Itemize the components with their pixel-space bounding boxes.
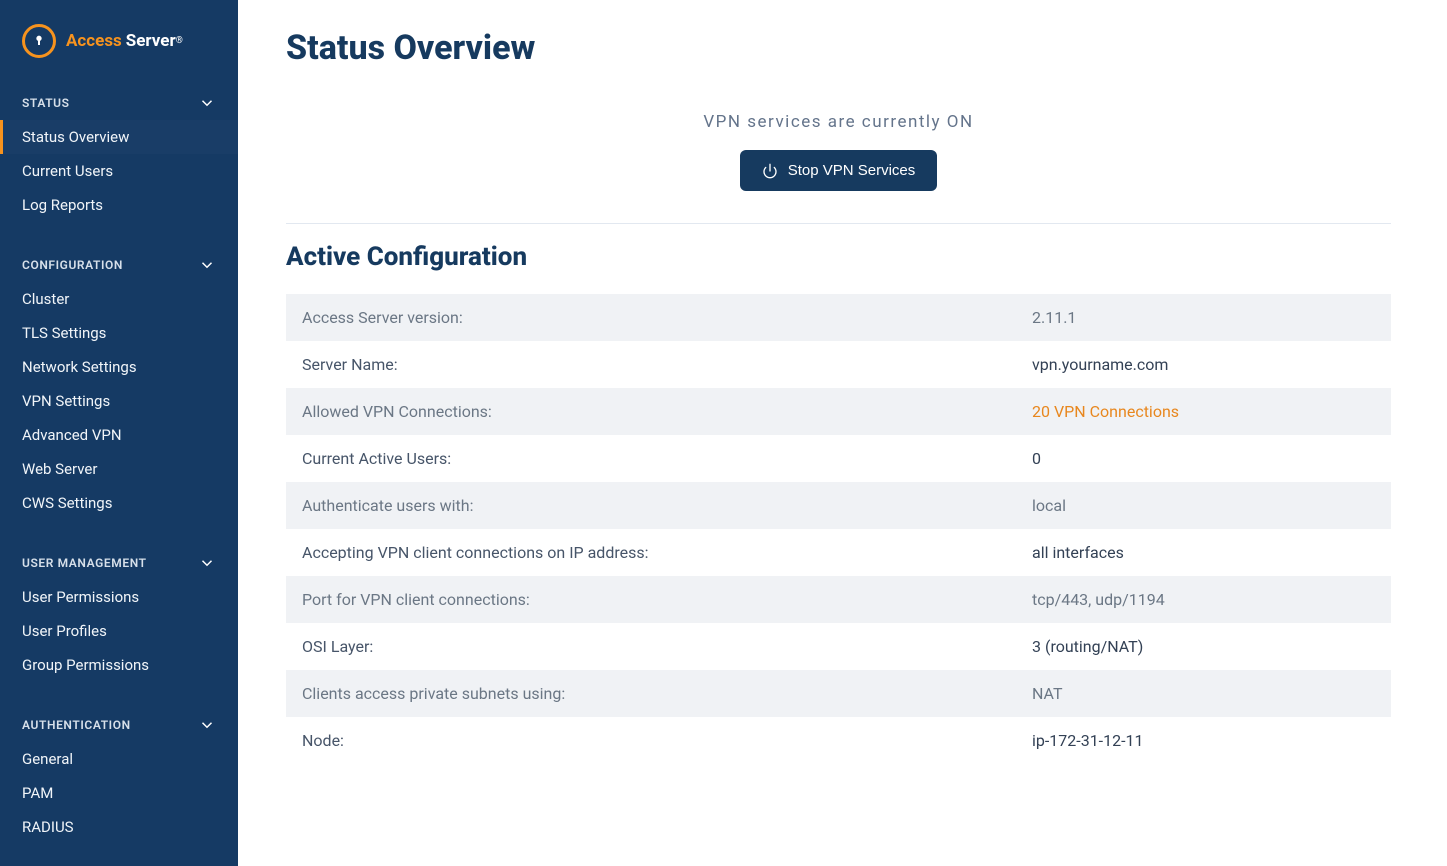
logo-reg: ® <box>176 36 183 46</box>
nav-header-status[interactable]: STATUS <box>0 82 238 120</box>
logo[interactable]: Access Server ® <box>0 18 238 82</box>
config-label: Allowed VPN Connections: <box>302 402 1032 421</box>
logo-text-access: Access <box>66 31 122 51</box>
nav-header-label: AUTHENTICATION <box>22 718 131 732</box>
config-label: Server Name: <box>302 355 1032 374</box>
config-label: OSI Layer: <box>302 637 1032 656</box>
logo-text-server: Server <box>126 31 176 51</box>
nav-group-authentication: AUTHENTICATION General PAM RADIUS <box>0 704 238 844</box>
power-icon <box>762 163 778 179</box>
config-value: tcp/443, udp/1194 <box>1032 590 1375 609</box>
nav-header-configuration[interactable]: CONFIGURATION <box>0 244 238 282</box>
config-label: Clients access private subnets using: <box>302 684 1032 703</box>
nav-header-label: CONFIGURATION <box>22 258 123 272</box>
chevron-down-icon <box>198 716 216 734</box>
config-label: Current Active Users: <box>302 449 1032 468</box>
sidebar-item-cluster[interactable]: Cluster <box>0 282 238 316</box>
sidebar-item-current-users[interactable]: Current Users <box>0 154 238 188</box>
sidebar-item-tls-settings[interactable]: TLS Settings <box>0 316 238 350</box>
config-value: vpn.yourname.com <box>1032 355 1375 374</box>
config-row-accepting-ip: Accepting VPN client connections on IP a… <box>286 529 1391 576</box>
sidebar-item-radius[interactable]: RADIUS <box>0 810 238 844</box>
config-label: Access Server version: <box>302 308 1032 327</box>
sidebar-item-cws-settings[interactable]: CWS Settings <box>0 486 238 520</box>
page-title: Status Overview <box>286 28 1391 68</box>
config-row-active-users: Current Active Users: 0 <box>286 435 1391 482</box>
chevron-down-icon <box>198 94 216 112</box>
sidebar-item-vpn-settings[interactable]: VPN Settings <box>0 384 238 418</box>
nav-header-label: STATUS <box>22 96 70 110</box>
nav-header-label: USER MANAGEMENT <box>22 556 147 570</box>
sidebar-item-network-settings[interactable]: Network Settings <box>0 350 238 384</box>
config-row-server-name: Server Name: vpn.yourname.com <box>286 341 1391 388</box>
config-row-private-subnets: Clients access private subnets using: NA… <box>286 670 1391 717</box>
config-value: local <box>1032 496 1375 515</box>
nav-group-configuration: CONFIGURATION Cluster TLS Settings Netwo… <box>0 244 238 520</box>
sidebar-item-general[interactable]: General <box>0 742 238 776</box>
config-row-node: Node: ip-172-31-12-11 <box>286 717 1391 764</box>
config-row-osi-layer: OSI Layer: 3 (routing/NAT) <box>286 623 1391 670</box>
config-row-version: Access Server version: 2.11.1 <box>286 294 1391 341</box>
sidebar-item-advanced-vpn[interactable]: Advanced VPN <box>0 418 238 452</box>
sidebar: Access Server ® STATUS Status Overview C… <box>0 0 238 866</box>
stop-vpn-button[interactable]: Stop VPN Services <box>740 150 938 191</box>
sidebar-item-pam[interactable]: PAM <box>0 776 238 810</box>
chevron-down-icon <box>198 554 216 572</box>
config-value: all interfaces <box>1032 543 1375 562</box>
nav-header-authentication[interactable]: AUTHENTICATION <box>0 704 238 742</box>
sidebar-item-user-profiles[interactable]: User Profiles <box>0 614 238 648</box>
sidebar-item-log-reports[interactable]: Log Reports <box>0 188 238 222</box>
sidebar-item-web-server[interactable]: Web Server <box>0 452 238 486</box>
config-label: Port for VPN client connections: <box>302 590 1032 609</box>
config-value: ip-172-31-12-11 <box>1032 731 1375 750</box>
config-value[interactable]: 20 VPN Connections <box>1032 402 1375 421</box>
config-row-port: Port for VPN client connections: tcp/443… <box>286 576 1391 623</box>
config-label: Node: <box>302 731 1032 750</box>
sidebar-item-user-permissions[interactable]: User Permissions <box>0 580 238 614</box>
divider <box>286 223 1391 224</box>
active-config-title: Active Configuration <box>286 242 1391 272</box>
nav-group-user-management: USER MANAGEMENT User Permissions User Pr… <box>0 542 238 682</box>
vpn-status-text: VPN services are currently ON <box>286 112 1391 132</box>
config-row-auth-users: Authenticate users with: local <box>286 482 1391 529</box>
sidebar-item-group-permissions[interactable]: Group Permissions <box>0 648 238 682</box>
config-row-allowed-connections: Allowed VPN Connections: 20 VPN Connecti… <box>286 388 1391 435</box>
vpn-status-block: VPN services are currently ON Stop VPN S… <box>286 112 1391 223</box>
stop-vpn-button-label: Stop VPN Services <box>788 162 916 179</box>
logo-icon <box>22 24 56 58</box>
nav-group-status: STATUS Status Overview Current Users Log… <box>0 82 238 222</box>
nav-header-user-management[interactable]: USER MANAGEMENT <box>0 542 238 580</box>
config-value: 3 (routing/NAT) <box>1032 637 1375 656</box>
chevron-down-icon <box>198 256 216 274</box>
config-value: NAT <box>1032 684 1375 703</box>
config-value: 2.11.1 <box>1032 308 1375 327</box>
config-value: 0 <box>1032 449 1375 468</box>
config-table: Access Server version: 2.11.1 Server Nam… <box>286 294 1391 764</box>
sidebar-item-status-overview[interactable]: Status Overview <box>0 120 238 154</box>
config-label: Authenticate users with: <box>302 496 1032 515</box>
config-label: Accepting VPN client connections on IP a… <box>302 543 1032 562</box>
main-content: Status Overview VPN services are current… <box>238 0 1447 866</box>
